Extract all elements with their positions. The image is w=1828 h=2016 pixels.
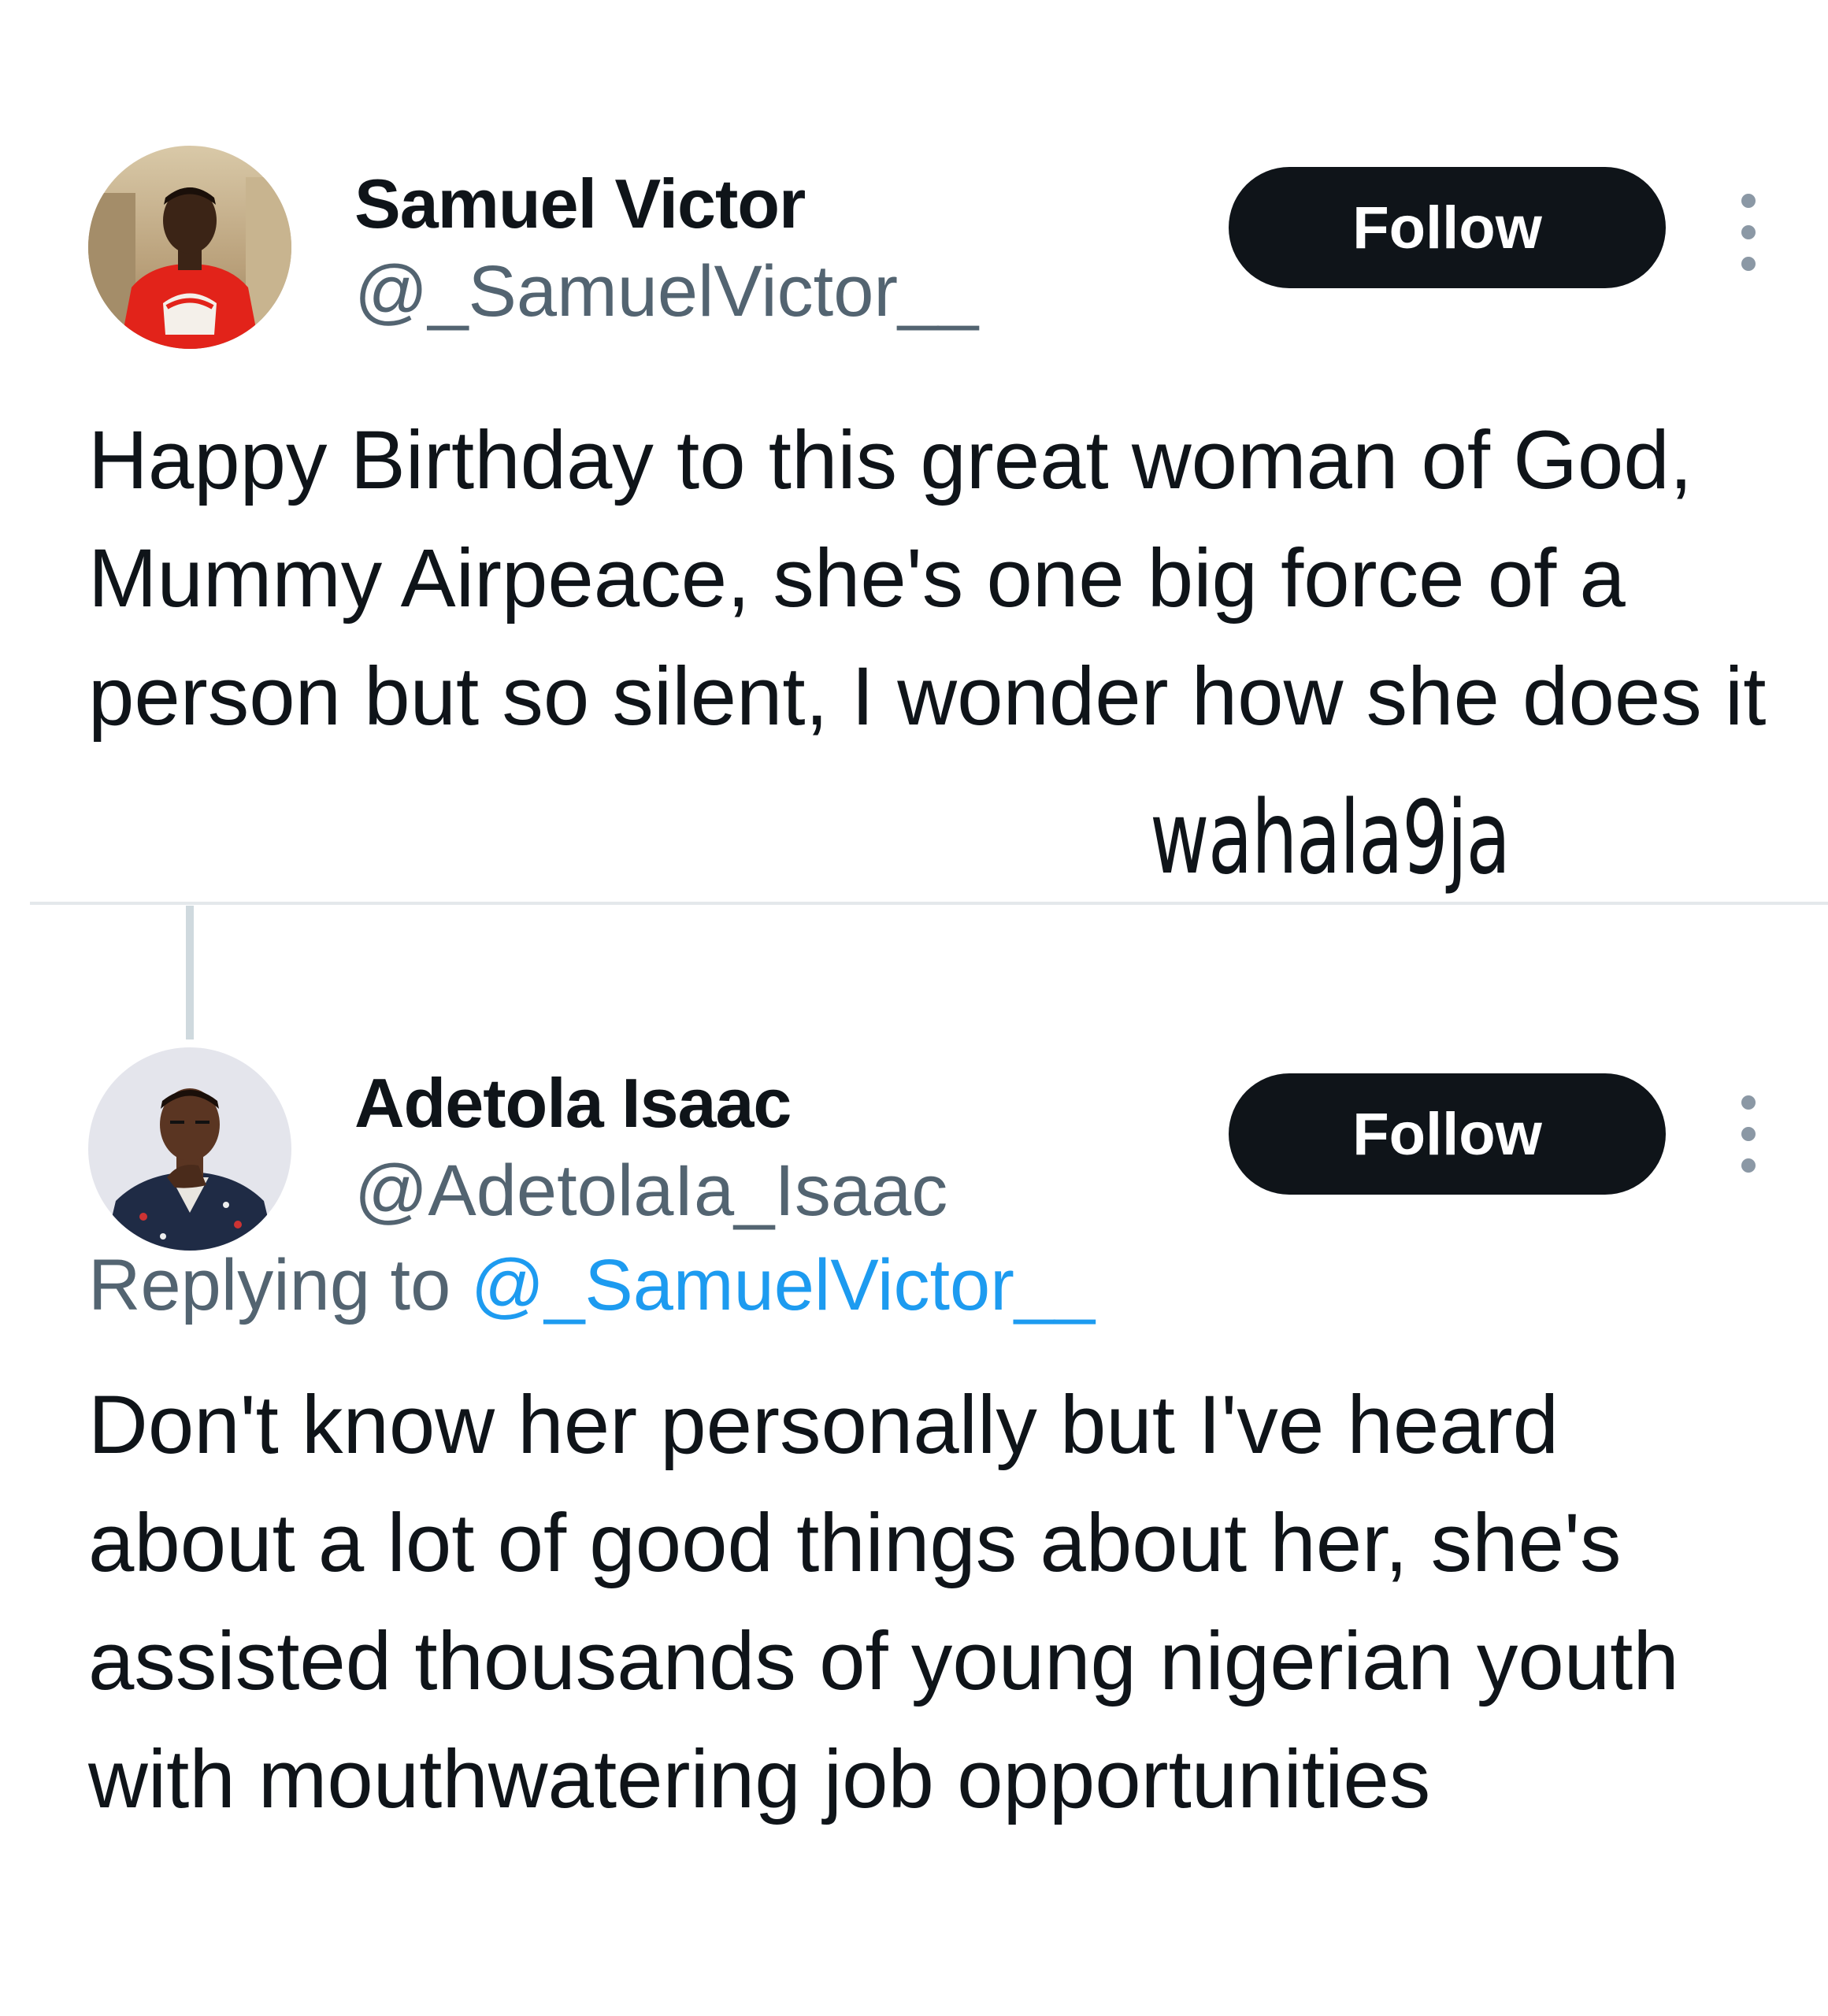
divider — [30, 902, 1828, 905]
avatar[interactable] — [88, 1047, 291, 1251]
avatar-photo — [88, 1047, 291, 1251]
tweet: Samuel Victor @_SamuelVictor__ Follow Ha… — [0, 87, 1828, 906]
tweet: Adetola Isaac @AdetolaIa_Isaac Follow Re… — [0, 906, 1828, 1977]
tweet-text: Don't know her personally but I've heard… — [88, 1379, 1679, 1825]
more-vertical-icon[interactable] — [1729, 1087, 1768, 1181]
tweet-text: Happy Birthday to this great woman of Go… — [88, 414, 1767, 743]
follow-button[interactable]: Follow — [1229, 167, 1666, 288]
author-handle[interactable]: @AdetolaIa_Isaac — [354, 1150, 947, 1232]
bottom-margin — [0, 1977, 1828, 2016]
author-handle[interactable]: @_SamuelVictor__ — [354, 250, 978, 333]
more-vertical-icon[interactable] — [1729, 185, 1768, 280]
replying-to: Replying to @_SamuelVictor__ — [88, 1244, 1095, 1327]
follow-button[interactable]: Follow — [1229, 1073, 1666, 1195]
tweet-thread: Samuel Victor @_SamuelVictor__ Follow Ha… — [0, 87, 1828, 1977]
author-name[interactable]: Adetola Isaac — [354, 1063, 792, 1143]
avatar-photo — [88, 146, 291, 349]
avatar[interactable] — [88, 146, 291, 349]
replying-to-handle-link[interactable]: @_SamuelVictor__ — [471, 1245, 1095, 1325]
top-margin — [0, 0, 1828, 87]
watermark: wahala9ja — [1150, 780, 1511, 897]
replying-to-label: Replying to — [88, 1245, 451, 1325]
author-name[interactable]: Samuel Victor — [354, 164, 806, 244]
